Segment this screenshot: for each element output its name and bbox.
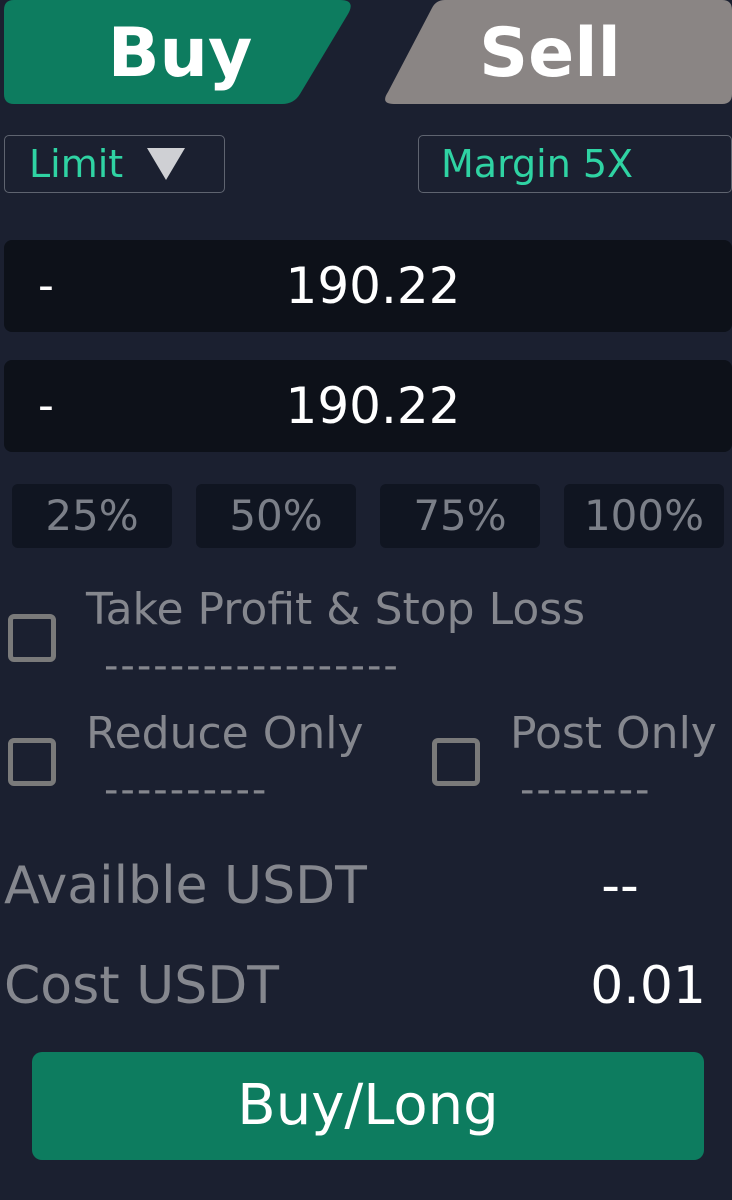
percent-25-button[interactable]: 25% [12, 484, 172, 548]
available-value: -- [601, 856, 639, 916]
dropdown-triangle-icon [147, 147, 186, 180]
amount-input[interactable]: 190.22 - [4, 360, 732, 452]
percent-75-button[interactable]: 75% [380, 484, 540, 548]
order-type-value: Limit [29, 142, 124, 186]
price-decrement-button[interactable]: - [38, 240, 54, 332]
amount-decrement-button[interactable]: - [38, 360, 54, 452]
price-value: 190.22 [285, 257, 461, 315]
buy-long-button[interactable]: Buy/Long [32, 1052, 704, 1160]
post-only-checkbox[interactable] [432, 738, 480, 786]
post-only-underline: -------- [520, 767, 652, 813]
tab-sell[interactable]: Sell [410, 14, 690, 94]
cost-label: Cost USDT [4, 956, 280, 1016]
side-tabs: Buy Sell [0, 0, 732, 104]
percent-100-button[interactable]: 100% [564, 484, 724, 548]
tpsl-label[interactable]: Take Profit & Stop Loss [86, 584, 585, 635]
reduce-only-underline: ---------- [104, 767, 269, 813]
tpsl-checkbox[interactable] [8, 614, 56, 662]
post-only-label[interactable]: Post Only [510, 708, 717, 759]
tpsl-underline: ------------------ [104, 643, 400, 689]
cost-value: 0.01 [590, 956, 706, 1016]
order-type-select[interactable]: Limit [4, 135, 225, 193]
reduce-only-label[interactable]: Reduce Only [86, 708, 364, 759]
reduce-only-checkbox[interactable] [8, 738, 56, 786]
available-label: Availble USDT [4, 856, 367, 916]
percent-50-button[interactable]: 50% [196, 484, 356, 548]
tab-buy[interactable]: Buy [40, 14, 320, 94]
price-input[interactable]: 190.22 - [4, 240, 732, 332]
amount-value: 190.22 [285, 377, 461, 435]
margin-label: Margin 5X [441, 142, 634, 186]
margin-button[interactable]: Margin 5X [418, 135, 732, 193]
